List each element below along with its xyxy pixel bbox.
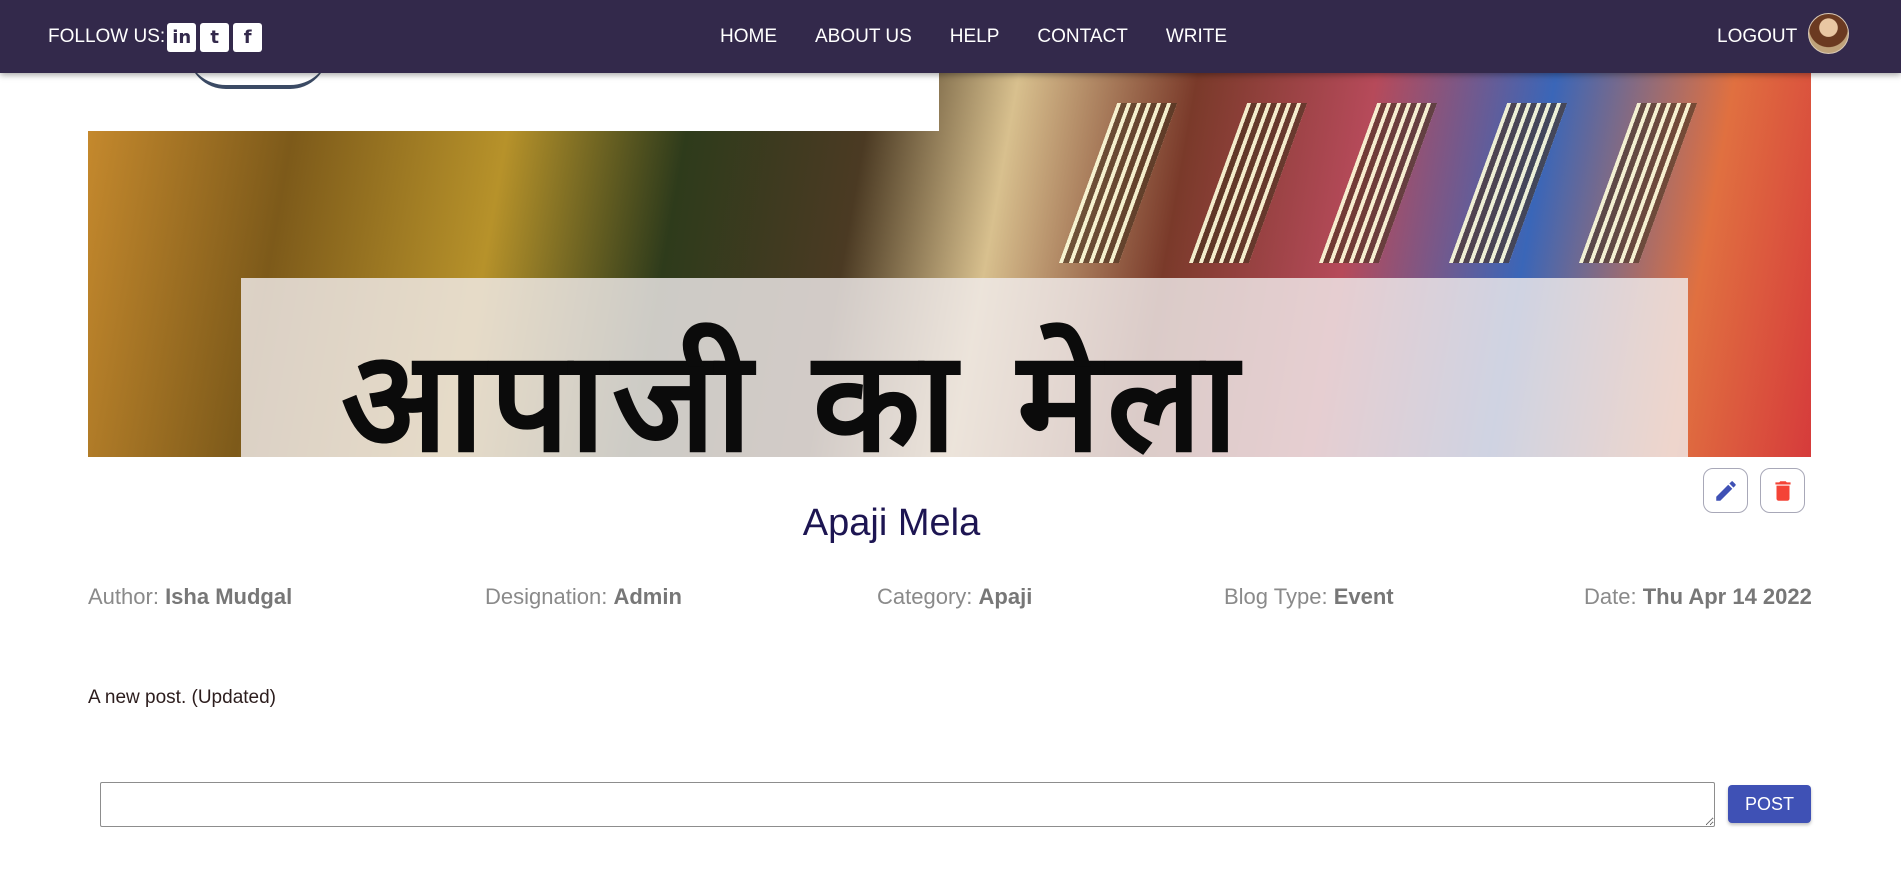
meta-date: Date: Thu Apr 14 2022 <box>1584 584 1812 612</box>
light-stripe <box>1318 103 1438 263</box>
post-description: A new post. (Updated) <box>88 687 276 708</box>
linkedin-icon[interactable]: in <box>167 22 197 52</box>
banner-hindi-text: आपाजी का मेला <box>341 321 1245 458</box>
twitter-icon[interactable]: t <box>200 22 230 52</box>
logout-link[interactable]: LOGOUT <box>1717 0 1797 73</box>
light-stripe <box>1578 103 1698 263</box>
light-stripe <box>1188 103 1308 263</box>
facebook-glyph: f <box>243 26 252 48</box>
nav-write[interactable]: WRITE <box>1166 26 1227 48</box>
linkedin-glyph: in <box>172 26 192 48</box>
nav-home[interactable]: HOME <box>720 26 777 48</box>
light-stripe <box>1058 103 1178 263</box>
facebook-icon[interactable]: f <box>233 22 263 52</box>
pencil-icon <box>1715 480 1736 501</box>
meta-category-label: Category: <box>877 584 973 609</box>
comment-input[interactable] <box>100 782 1715 827</box>
main-nav: HOME ABOUT US HELP CONTACT WRITE <box>720 0 1227 73</box>
post-banner-image: आपाजी का मेला <box>88 73 1811 457</box>
meta-author: Author: Isha Mudgal <box>88 584 292 612</box>
meta-date-value: Thu Apr 14 2022 <box>1642 584 1812 609</box>
meta-category-value: Apaji <box>978 584 1033 609</box>
nav-contact[interactable]: CONTACT <box>1037 26 1127 48</box>
meta-date-label: Date: <box>1584 584 1637 609</box>
meta-designation: Designation: Admin <box>485 584 682 612</box>
top-navbar: FOLLOW US: in t f HOME ABOUT US HELP CON… <box>0 0 1901 73</box>
trash-icon <box>1774 480 1791 501</box>
meta-designation-label: Designation: <box>485 584 608 609</box>
meta-designation-value: Admin <box>613 584 682 609</box>
post-title: Apaji Mela <box>802 502 981 544</box>
meta-category: Category: Apaji <box>877 584 1032 612</box>
meta-author-value: Isha Mudgal <box>165 584 293 609</box>
nav-about-us[interactable]: ABOUT US <box>815 26 912 48</box>
social-links: in t f <box>167 22 263 52</box>
nav-help[interactable]: HELP <box>950 26 1000 48</box>
follow-us-label: FOLLOW US: <box>48 26 166 47</box>
avatar[interactable] <box>1808 13 1849 54</box>
follow-us: FOLLOW US: in t f <box>48 22 263 52</box>
twitter-glyph: t <box>210 26 219 48</box>
post-comment-button[interactable]: POST <box>1728 785 1811 823</box>
meta-blog-type-value: Event <box>1333 584 1394 609</box>
meta-blog-type: Blog Type: Event <box>1224 584 1394 612</box>
banner-text-overlay: आपाजी का मेला <box>241 278 1688 457</box>
meta-blog-type-label: Blog Type: <box>1224 584 1328 609</box>
light-stripe <box>1448 103 1568 263</box>
meta-author-label: Author: <box>88 584 159 609</box>
